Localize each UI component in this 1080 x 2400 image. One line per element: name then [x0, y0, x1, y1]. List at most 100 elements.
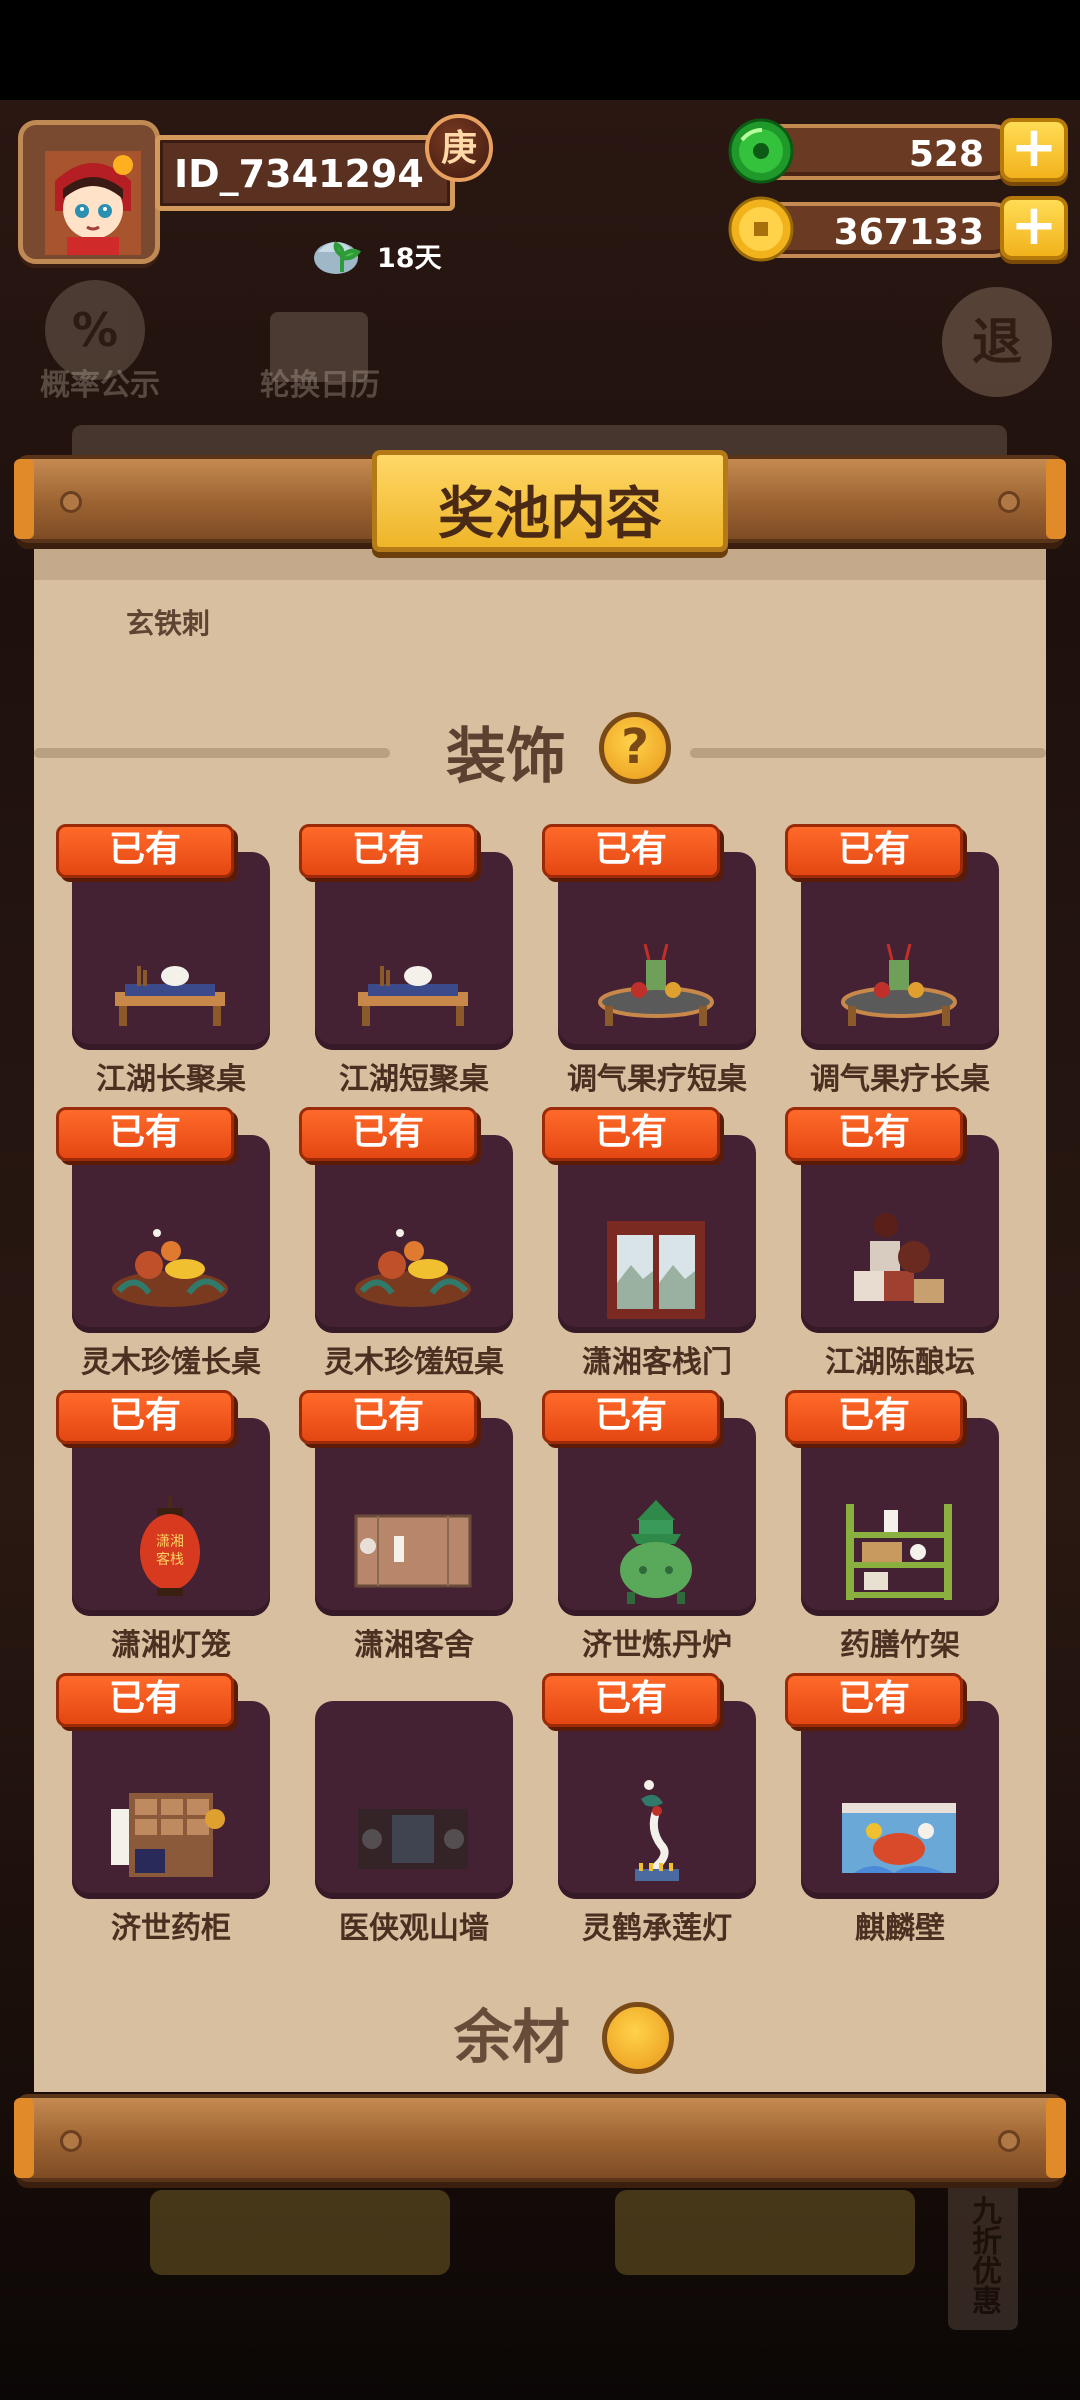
avatar[interactable] [18, 120, 160, 264]
owned-badge: 已有 [542, 1673, 720, 1727]
item-name: 灵鹤承莲灯 [582, 1911, 732, 1946]
player-id: ID_7341294 [174, 152, 424, 196]
help-button[interactable]: ? [599, 712, 671, 784]
item-tile[interactable] [801, 1701, 999, 1899]
rank-badge[interactable]: 庚 [425, 114, 493, 182]
guest-room-icon [354, 1514, 472, 1588]
svg-text:潇湘: 潇湘 [156, 1534, 184, 1550]
modal-title: 奖池内容 [438, 481, 662, 547]
side-promo: 九折优惠 [948, 2180, 1018, 2330]
decoration-item[interactable]: 已有江湖长聚桌 [56, 822, 270, 1097]
item-name: 灵木珍馐长桌 [81, 1345, 261, 1380]
item-name: 江湖陈酿坛 [825, 1345, 975, 1380]
decoration-item[interactable]: 已有潇湘客舍 [299, 1388, 513, 1663]
owned-badge: 已有 [56, 1673, 234, 1727]
feast-table-icon [355, 1229, 471, 1307]
item-tile[interactable] [315, 1418, 513, 1616]
fruit-table-icon [841, 943, 957, 1026]
section-divider-right [690, 748, 1046, 758]
ten-draw-button [615, 2190, 915, 2275]
nail-icon [998, 2130, 1020, 2152]
decoration-item[interactable]: 已有江湖短聚桌 [299, 822, 513, 1097]
item-tile[interactable] [558, 1701, 756, 1899]
item-tile[interactable] [315, 852, 513, 1050]
item-name: 潇湘客栈门 [582, 1345, 732, 1380]
item-tile[interactable] [315, 1135, 513, 1333]
next-section-title: 余材 [454, 2003, 571, 2071]
player-id-plate: ID_7341294 [155, 135, 455, 211]
decoration-item[interactable]: 已有济世药柜 [56, 1671, 270, 1946]
decoration-item[interactable]: 已有 济世炼丹炉 [542, 1388, 756, 1663]
character-portrait-icon [45, 151, 141, 255]
probability-label: 概率公示 [40, 368, 160, 403]
decoration-item[interactable]: 潇湘 客栈 已有 潇湘灯笼 [56, 1388, 270, 1663]
decoration-item[interactable]: 已有调气果疗长桌 [785, 822, 999, 1097]
exit-button: 退 [942, 287, 1052, 397]
owned-badge: 已有 [542, 1390, 720, 1444]
decoration-item[interactable]: 已有灵鹤承莲灯 [542, 1671, 756, 1946]
calendar-label: 轮换日历 [260, 368, 380, 403]
decoration-item[interactable]: 已有灵木珍馐长桌 [56, 1105, 270, 1380]
item-name: 调气果疗短桌 [567, 1062, 747, 1097]
item-name: 江湖短聚桌 [339, 1062, 489, 1097]
lantern-icon: 潇湘客栈 [140, 1496, 200, 1596]
item-name: 医侠观山墙 [339, 1911, 489, 1946]
modal-title-plate: 奖池内容 [372, 450, 728, 552]
item-tile[interactable] [558, 1418, 756, 1616]
owned-badge: 已有 [299, 1107, 477, 1161]
herb-shelf-icon [846, 1504, 952, 1600]
item-tile[interactable] [72, 1701, 270, 1899]
decoration-item[interactable]: 已有调气果疗短桌 [542, 822, 756, 1097]
svg-text:客栈: 客栈 [156, 1551, 184, 1568]
item-tile[interactable] [315, 1701, 513, 1899]
prize-pool-screen: { "profile": { "id": "ID_7341294", "rank… [0, 0, 1080, 2400]
modal-bottom-bar [14, 2094, 1066, 2182]
nail-icon [60, 2130, 82, 2152]
owned-badge: 已有 [542, 1107, 720, 1161]
item-tile[interactable] [801, 1135, 999, 1333]
item-tile[interactable] [558, 1135, 756, 1333]
item-tile[interactable] [72, 852, 270, 1050]
owned-badge: 已有 [299, 1390, 477, 1444]
owned-badge: 已有 [785, 824, 963, 878]
qilin-screen-icon [842, 1803, 956, 1873]
decoration-item[interactable]: 已有江湖陈酿坛 [785, 1105, 999, 1380]
decoration-item[interactable]: 已有 麒麟壁 [785, 1671, 999, 1946]
cut-off-item-name: 玄铁刺 [126, 607, 211, 640]
item-tile[interactable] [801, 1418, 999, 1616]
medicine-cabinet-icon [111, 1793, 225, 1877]
item-name: 调气果疗长桌 [810, 1062, 990, 1097]
decoration-item[interactable]: 已有潇湘客栈门 [542, 1105, 756, 1380]
decoration-item[interactable]: 已有 灵木珍馐短桌 [299, 1105, 513, 1380]
prize-pool-panel[interactable]: 玄铁刺 装饰 ? 已有 江湖长聚桌 已有 江湖短聚桌 已有 调气果疗短桌 已有 调气果疗长桌已… [34, 540, 1046, 2092]
single-draw-button [150, 2190, 450, 2275]
item-tile[interactable] [801, 852, 999, 1050]
item-name: 济世药柜 [111, 1911, 231, 1946]
item-tile[interactable] [558, 852, 756, 1050]
item-tile[interactable]: 潇湘 客栈 [72, 1418, 270, 1616]
add-jade-button[interactable]: + [1000, 118, 1068, 182]
decoration-item[interactable]: 医侠观山墙 [299, 1671, 513, 1946]
add-coins-button[interactable]: + [1000, 196, 1068, 260]
item-name: 江湖长聚桌 [96, 1062, 246, 1097]
fruit-table-icon [598, 943, 714, 1026]
owned-badge: 已有 [542, 824, 720, 878]
owned-badge: 已有 [56, 824, 234, 878]
tea-table-icon [115, 966, 225, 1026]
item-name: 潇湘客舍 [354, 1628, 474, 1663]
owned-badge: 已有 [785, 1107, 963, 1161]
item-name: 麒麟壁 [855, 1911, 945, 1946]
inn-door-icon [607, 1221, 705, 1319]
wine-jar-icon [854, 1213, 944, 1303]
item-tile[interactable] [72, 1135, 270, 1333]
gold-coin-icon [728, 196, 794, 262]
tea-table-icon [358, 966, 468, 1026]
owned-badge: 已有 [299, 824, 477, 878]
section-divider-left [34, 748, 390, 758]
owned-badge: 已有 [56, 1107, 234, 1161]
next-help-button[interactable] [602, 2002, 674, 2074]
mountain-wall-icon [358, 1809, 468, 1869]
owned-badge: 已有 [785, 1390, 963, 1444]
decoration-item[interactable]: 已有 药膳竹架 [785, 1388, 999, 1663]
nail-icon [998, 491, 1020, 513]
